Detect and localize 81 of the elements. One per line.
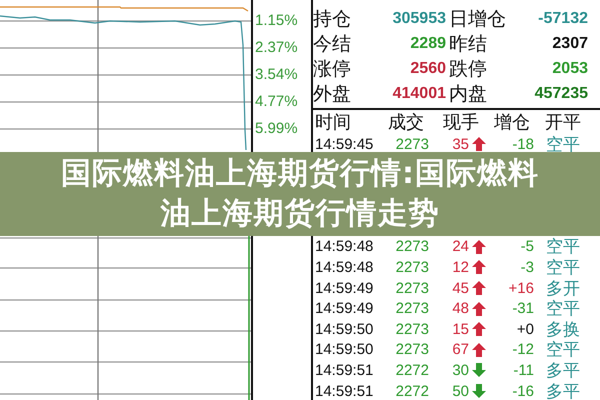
up-arrow-icon (472, 240, 486, 254)
down-arrow-icon (472, 363, 486, 378)
volume-cell-text: 15 (451, 320, 469, 338)
change-cell-text: +0 (516, 320, 534, 338)
change-cell-text: -11 (512, 362, 534, 379)
stat-label: 内盘 (449, 82, 488, 106)
volume-cell-text: 35 (451, 136, 469, 153)
action-cell-text: 多开 (545, 278, 580, 300)
action-cell-text: 空平 (545, 339, 580, 362)
volume-cell-text: 24 (451, 238, 469, 256)
stat-label: 外盘 (313, 82, 352, 106)
stat-value: 2307 (551, 34, 589, 52)
up-arrow-icon (472, 281, 486, 296)
price-cell-text: 2273 (394, 258, 429, 276)
action-cell-text: 空平 (545, 134, 580, 156)
stat-label: 跌停 (449, 58, 488, 82)
up-arrow-icon (472, 260, 486, 274)
stat-label: 日增仓 (449, 8, 507, 32)
change-cell-text: -12 (511, 341, 534, 358)
action-cell-text: 空平 (545, 256, 580, 279)
action-cell-text: 多换 (545, 318, 580, 340)
up-arrow-icon (472, 302, 486, 316)
up-arrow-icon (472, 137, 486, 152)
stat-label: 今结 (313, 32, 352, 56)
time-cell-text: 14:59:51 (314, 362, 374, 379)
time-cell-text: 14:59:50 (314, 341, 374, 358)
column-header: 时间 (314, 111, 352, 134)
stat-label: 昨结 (449, 32, 488, 56)
stat-value: 2289 (409, 34, 447, 52)
time-cell-text: 14:59:48 (314, 238, 374, 256)
stat-label: 持仓 (313, 8, 352, 32)
up-arrow-icon (472, 342, 486, 357)
axis-label: 3.54% (254, 67, 299, 85)
action-cell-text: 多平 (545, 380, 580, 400)
volume-cell-text: 30 (451, 362, 469, 379)
change-cell-text: -5 (520, 238, 534, 256)
change-cell-text: -31 (511, 300, 534, 318)
stat-value: 2053 (551, 60, 589, 78)
volume-cell-text: 12 (451, 258, 469, 276)
down-arrow-icon (472, 384, 486, 398)
stat-value: 2560 (409, 60, 447, 78)
column-header: 现手 (442, 111, 480, 134)
axis-label: 1.15% (254, 13, 299, 31)
time-cell-text: 14:59:49 (314, 280, 374, 297)
column-header: 开平 (544, 111, 581, 134)
up-arrow-icon (472, 322, 486, 336)
price-cell-text: 2273 (394, 300, 429, 318)
stat-value: -57132 (537, 10, 589, 28)
change-cell-text: -18 (511, 136, 534, 153)
axis-label: 4.77% (254, 94, 299, 112)
banner-title: 国际燃料油上海期货行情:国际燃料油上海期货行情走势 (60, 155, 540, 233)
time-cell-text: 14:59:45 (314, 136, 374, 153)
action-cell-text: 空平 (545, 298, 580, 320)
price-cell-text: 2273 (394, 341, 429, 358)
price-cell-text: 2273 (394, 238, 429, 256)
time-cell-text: 14:59:51 (314, 382, 374, 400)
stat-value: 414001 (392, 84, 447, 102)
action-cell-text: 多平 (545, 360, 580, 382)
volume-cell-text: 67 (451, 341, 469, 358)
time-cell-text: 14:59:49 (314, 300, 374, 318)
column-header: 成交 (387, 111, 425, 134)
price-cell-text: 2272 (394, 382, 429, 400)
stat-value: 305953 (392, 10, 447, 28)
action-cell-text: 空平 (545, 236, 580, 258)
price-cell-text: 2273 (394, 320, 429, 338)
change-cell-text: -16 (511, 382, 534, 400)
volume-cell-text: 48 (451, 300, 469, 318)
column-header: 增仓 (493, 111, 531, 134)
volume-cell-text: 45 (451, 280, 469, 297)
stat-label: 涨停 (313, 58, 352, 82)
change-cell-text: -3 (520, 258, 534, 276)
axis-label: 5.99% (254, 121, 299, 139)
time-cell-text: 14:59:50 (314, 320, 374, 338)
stat-value: 457235 (534, 84, 589, 102)
change-cell-text: +16 (508, 280, 534, 297)
axis-label: 2.37% (254, 40, 299, 58)
time-cell-text: 14:59:48 (314, 258, 374, 276)
price-cell-text: 2273 (394, 280, 429, 297)
price-cell-text: 2273 (394, 136, 429, 153)
price-cell-text: 2272 (394, 362, 429, 379)
volume-cell-text: 50 (451, 382, 469, 400)
